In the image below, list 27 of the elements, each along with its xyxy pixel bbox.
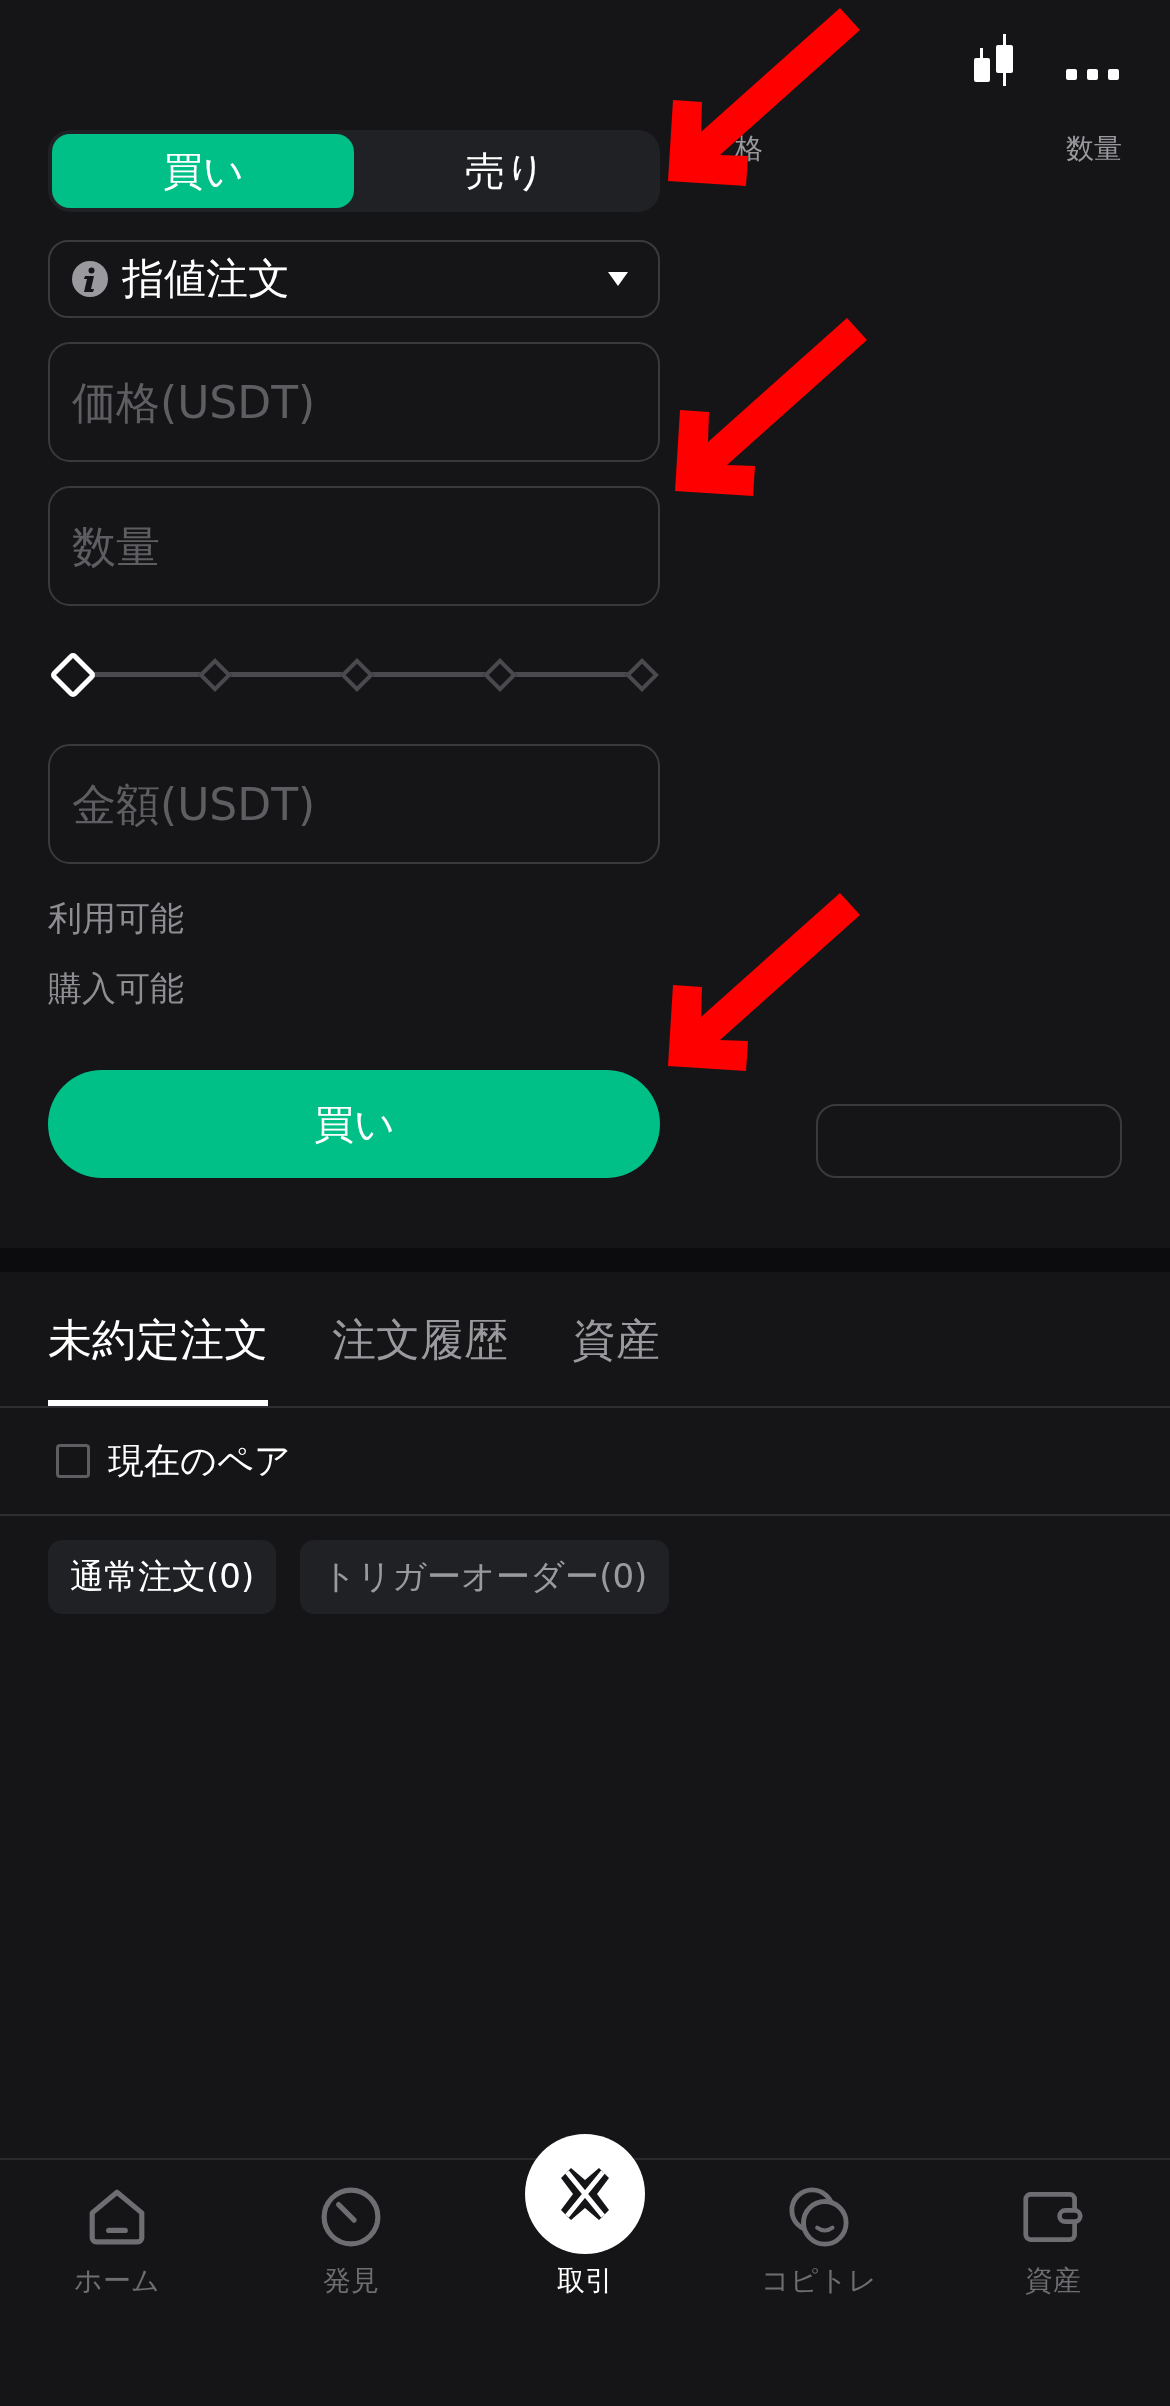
- checkbox-label: 現在のペア: [108, 1438, 291, 1483]
- nav-tab[interactable]: コピトレ: [702, 2160, 936, 2406]
- input-field[interactable]: 価格(USDT): [48, 342, 660, 462]
- input-field[interactable]: 金額(USDT): [48, 744, 660, 864]
- checkbox[interactable]: [56, 1444, 90, 1478]
- balance-label: 利用可能: [48, 897, 185, 940]
- order-type-label: 指値注文: [122, 253, 291, 305]
- nav-tab[interactable]: ホーム: [0, 2160, 234, 2406]
- filter-chip[interactable]: トリガーオーダー(0): [300, 1540, 670, 1614]
- info-icon: [72, 261, 108, 297]
- orders-tab[interactable]: 注文履歴: [332, 1311, 508, 1406]
- caret-icon: [608, 272, 628, 286]
- filter-chip[interactable]: 通常注文(0): [48, 1540, 277, 1614]
- coins-icon: [788, 2186, 850, 2248]
- column-header: 数量: [1066, 131, 1122, 167]
- compass-icon: [320, 2186, 382, 2248]
- more-icon[interactable]: [1066, 69, 1120, 81]
- orders-tab[interactable]: 未約定注文: [48, 1311, 268, 1406]
- side-tab[interactable]: 売り: [354, 134, 656, 208]
- column-header: 格: [735, 131, 763, 167]
- orders-tab[interactable]: 資産: [572, 1311, 660, 1406]
- nav-tab[interactable]: 取引: [468, 2134, 702, 2406]
- order-type-dropdown[interactable]: 指値注文: [48, 240, 660, 318]
- nav-tab[interactable]: 発見: [234, 2160, 468, 2406]
- nav-tab[interactable]: 資産: [936, 2160, 1170, 2406]
- balance-label: 購入可能: [48, 967, 185, 1010]
- input-field[interactable]: 数量: [48, 486, 660, 606]
